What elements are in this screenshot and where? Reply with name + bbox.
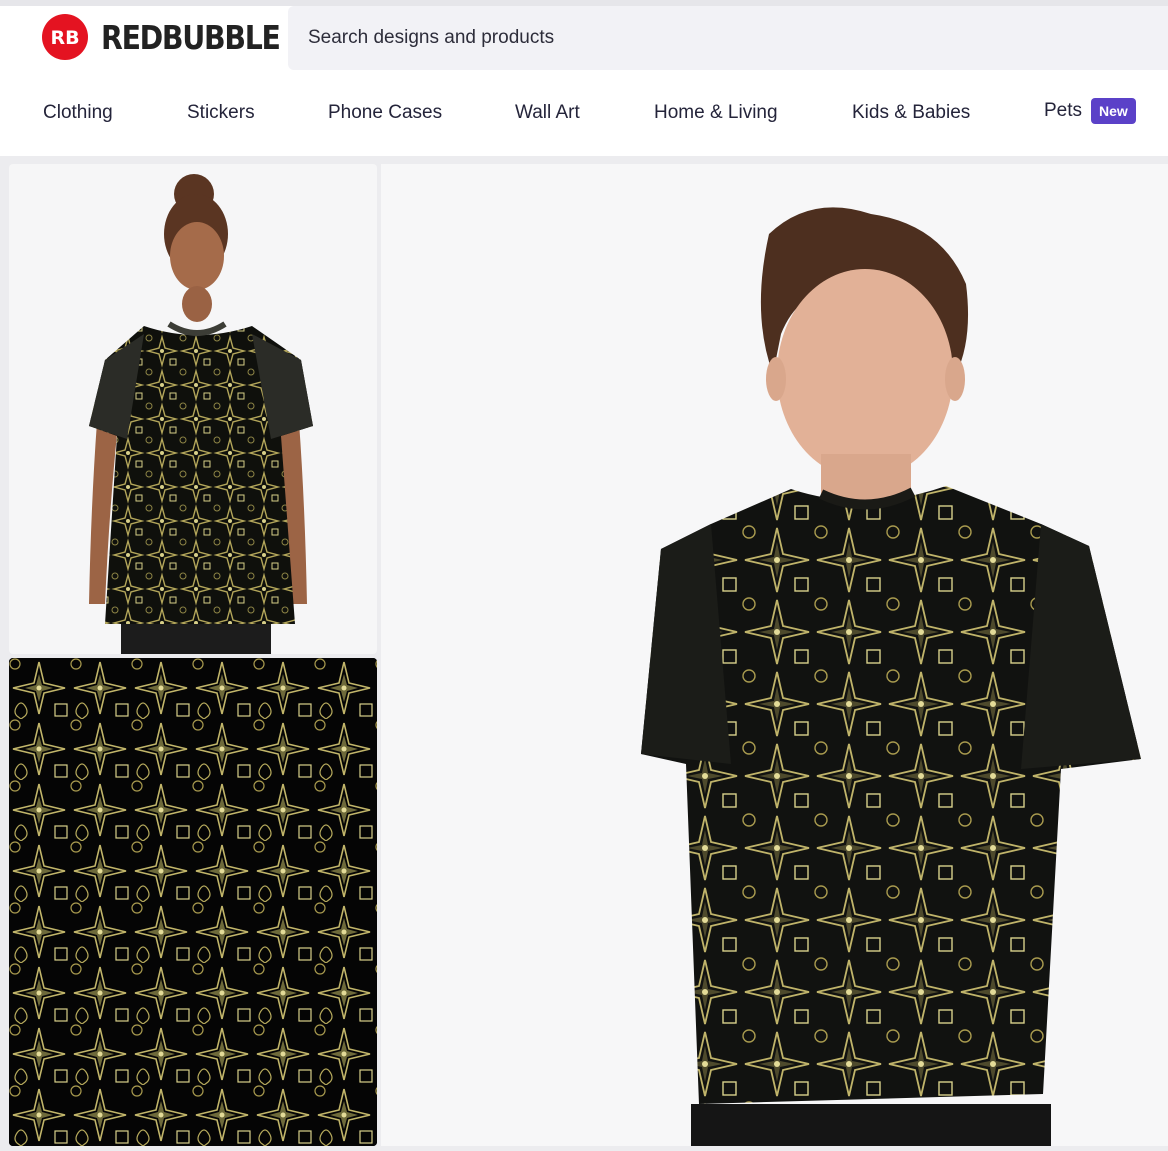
nav-item-clothing[interactable]: Clothing — [43, 102, 113, 124]
nav-item-label: Stickers — [187, 102, 255, 123]
new-badge: New — [1091, 98, 1136, 124]
nav-item-wall-art[interactable]: Wall Art — [515, 102, 580, 124]
rb-monogram-icon: RB — [50, 27, 79, 49]
woman-model-image — [89, 174, 313, 654]
search-input[interactable] — [308, 27, 1168, 49]
logo-wordmark: REDBUBBLE — [101, 17, 281, 57]
nav-item-label: Phone Cases — [328, 102, 443, 123]
redbubble-logo[interactable]: RB REDBUBBLE — [42, 14, 309, 60]
search-bar[interactable] — [288, 6, 1168, 70]
thumbnail-design-print[interactable] — [9, 658, 377, 1146]
site-header: RB REDBUBBLE — [0, 6, 1168, 72]
nav-item-label: Wall Art — [515, 102, 580, 123]
nav-item-home-living[interactable]: Home & Living — [654, 102, 778, 124]
nav-item-pets[interactable]: Pets New — [1044, 98, 1136, 124]
nav-item-stickers[interactable]: Stickers — [187, 102, 255, 124]
category-nav: Clothing Stickers Phone Cases Wall Art H… — [0, 94, 1168, 154]
nav-item-kids-babies[interactable]: Kids & Babies — [852, 102, 970, 124]
man-model-image — [641, 207, 1141, 1146]
nav-item-label: Kids & Babies — [852, 102, 971, 123]
logo-badge-text: RB — [50, 27, 79, 49]
nav-item-phone-cases[interactable]: Phone Cases — [328, 102, 442, 124]
nav-item-label: Home & Living — [654, 102, 778, 123]
logo-badge-icon: RB — [42, 14, 88, 60]
nav-item-label: Clothing — [43, 102, 113, 123]
thumbnail-woman-model[interactable] — [9, 164, 377, 654]
design-pattern-image — [9, 658, 377, 1146]
nav-item-label: Pets — [1044, 100, 1083, 121]
main-product-image[interactable] — [381, 164, 1168, 1146]
